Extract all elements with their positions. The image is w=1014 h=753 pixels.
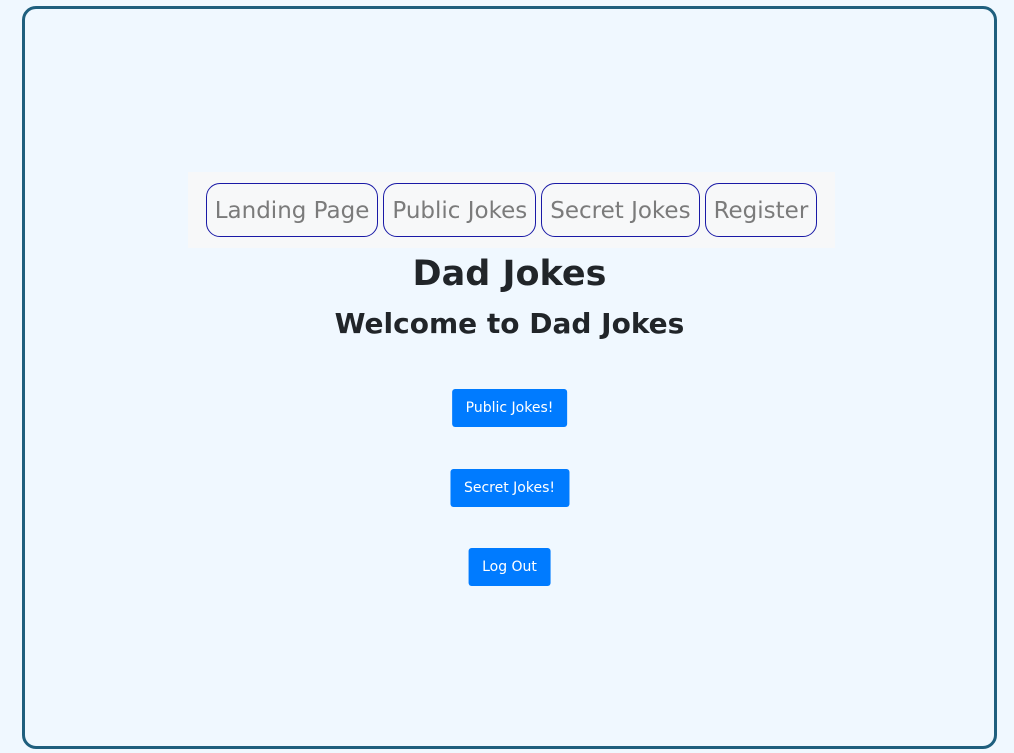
nav-link-landing-page[interactable]: Landing Page	[205, 183, 379, 237]
nav-link-register[interactable]: Register	[704, 183, 818, 237]
app-frame: Landing Page Public Jokes Secret Jokes R…	[22, 6, 997, 749]
page-title: Dad Jokes	[412, 254, 607, 294]
public-jokes-button[interactable]: Public Jokes!	[451, 389, 568, 427]
log-out-button[interactable]: Log Out	[468, 548, 551, 586]
nav-link-public-jokes[interactable]: Public Jokes	[383, 183, 537, 237]
page-subtitle: Welcome to Dad Jokes	[334, 307, 685, 340]
nav-link-secret-jokes[interactable]: Secret Jokes	[541, 183, 700, 237]
secret-jokes-button[interactable]: Secret Jokes!	[449, 469, 570, 507]
top-navbar: Landing Page Public Jokes Secret Jokes R…	[188, 172, 835, 248]
